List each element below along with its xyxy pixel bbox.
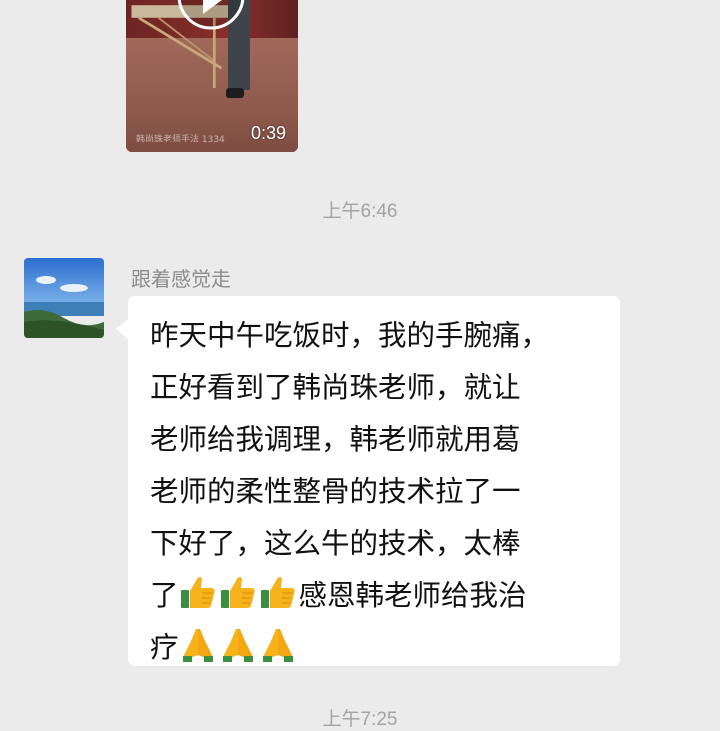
thumbs-up-icon	[260, 577, 295, 608]
message-line: 老师的柔性整骨的技术拉了一	[150, 475, 521, 508]
timestamp: 上午6:46	[322, 201, 398, 222]
message-line: 疗	[150, 622, 610, 674]
message-line-prefix: 疗	[150, 631, 179, 664]
message-line-suffix: 感恩韩老师给我治	[298, 579, 527, 612]
message-line-prefix: 了	[150, 579, 179, 612]
folded-hands-icon	[182, 629, 213, 662]
message-line: 下好了，这么牛的技术，太棒	[150, 527, 521, 560]
folded-hands-icon	[262, 629, 293, 662]
thumbs-up-icon	[220, 577, 255, 608]
message-line: 昨天中午吃饭时，我的手腕痛，	[150, 319, 550, 352]
video-duration: 0:39	[250, 123, 286, 143]
message-text: 昨天中午吃饭时，我的手腕痛， 正好看到了韩尚珠老师，就让 老师给我调理，韩老师就…	[150, 310, 610, 674]
folded-hands-icon	[222, 629, 253, 662]
timestamp: 上午7:25	[322, 709, 398, 730]
sender-name: 跟着感觉走	[131, 267, 231, 291]
message-line: 了 感恩韩老师给我治	[150, 570, 610, 622]
message-line: 老师给我调理，韩老师就用葛	[150, 423, 521, 456]
thumbs-up-icon	[180, 577, 215, 608]
message-line: 正好看到了韩尚珠老师，就让	[150, 371, 521, 404]
play-icon[interactable]	[174, 0, 248, 40]
avatar[interactable]	[24, 258, 104, 338]
video-watermark: 韩尚珠老师手法 1334	[136, 135, 225, 142]
avatar-landscape-image	[24, 258, 104, 338]
